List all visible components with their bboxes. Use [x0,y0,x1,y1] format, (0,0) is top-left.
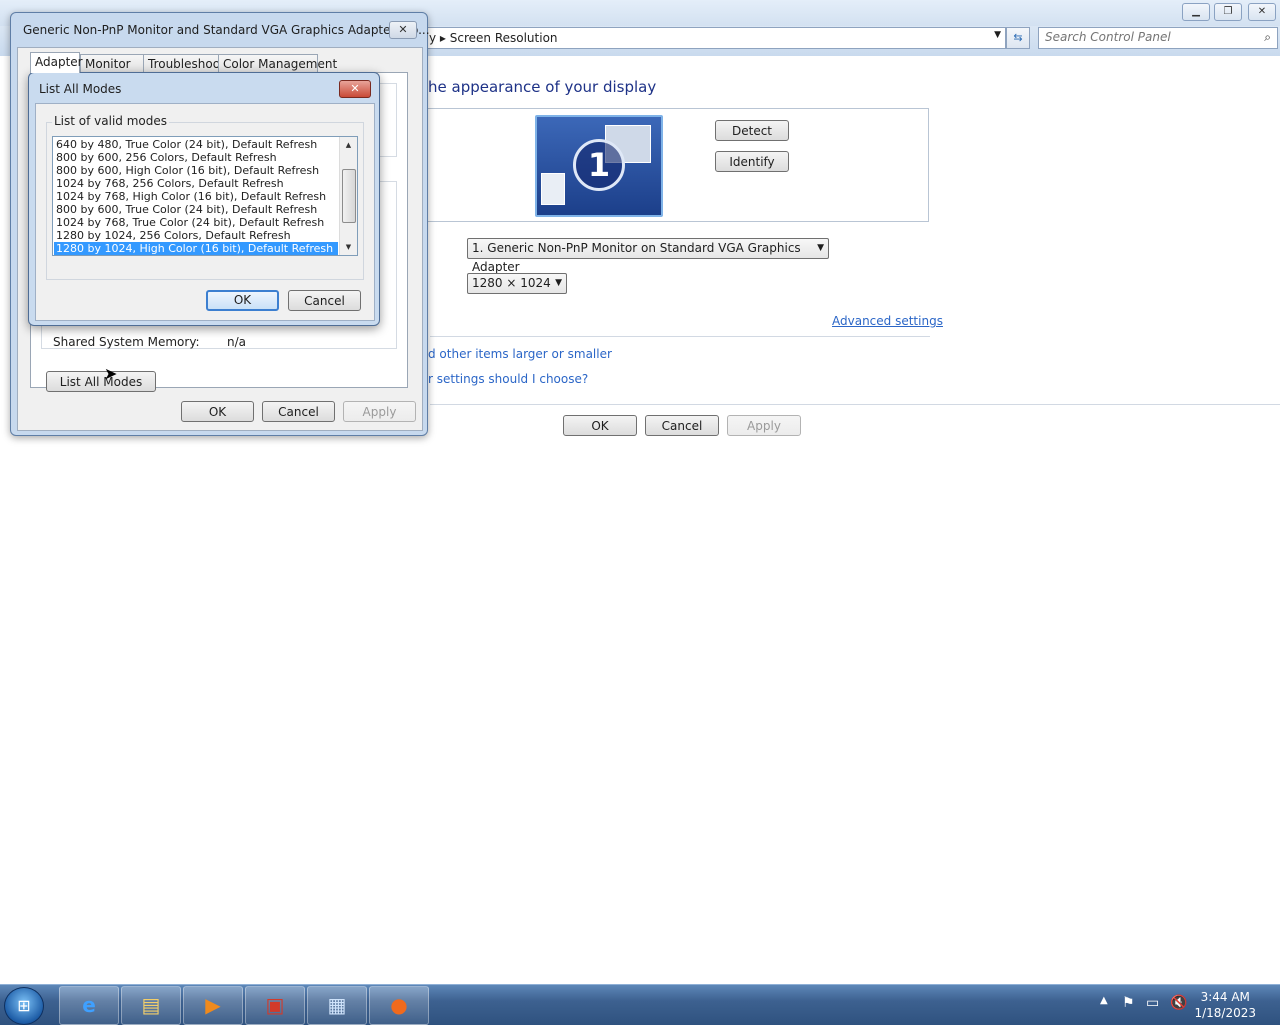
list-item[interactable]: 1024 by 768, 256 Colors, Default Refresh [54,177,338,190]
list-item[interactable]: 800 by 600, True Color (24 bit), Default… [54,203,338,216]
list-item[interactable]: 1024 by 768, True Color (24 bit), Defaul… [54,216,338,229]
advanced-settings-link[interactable]: Advanced settings [832,314,943,328]
restore-icon[interactable]: ❐ [1214,3,1242,21]
volume-muted-icon[interactable]: 🔇 [1170,995,1187,1011]
close-icon[interactable]: ✕ [1248,3,1276,21]
control-panel-icon[interactable]: ▦ [307,986,367,1025]
explorer-folder-icon[interactable]: ▤ [121,986,181,1025]
divider [430,336,930,337]
modes-listbox[interactable]: 640 by 480, True Color (24 bit), Default… [52,136,358,256]
address-bar[interactable]: y ▸ Screen Resolution ▼ [420,27,1006,49]
detect-button[interactable]: Detect [715,120,789,141]
list-item[interactable]: 640 by 480, True Color (24 bit), Default… [54,138,338,151]
tab-color-management[interactable]: Color Management [218,54,337,72]
mouse-cursor-icon: ➤ [104,364,118,383]
monitor-number: 1 [573,139,625,191]
firefox-icon[interactable]: ● [369,986,429,1025]
cancel-button[interactable]: Cancel [288,290,361,311]
dialog-client-area: List of valid modes 640 by 480, True Col… [35,103,375,321]
search-icon[interactable]: ⌕ [1264,30,1271,45]
clock-date: 1/18/2023 [1194,1006,1256,1020]
chevron-down-icon[interactable]: ▼ [994,30,1001,40]
minimize-icon[interactable]: ▁ [1182,3,1210,21]
list-item[interactable]: 1280 by 1024, 256 Colors, Default Refres… [54,229,338,242]
dialog-title: List All Modes [39,82,122,96]
tab-adapter[interactable]: Adapter [30,52,83,73]
display-select-value: 1. Generic Non-PnP Monitor on Standard V… [472,241,801,274]
network-icon[interactable]: ▭ [1146,995,1159,1011]
dialog-title: Generic Non-PnP Monitor and Standard VGA… [23,23,430,37]
which-settings-link[interactable]: r settings should I choose? [428,372,588,386]
apply-button[interactable]: Apply [343,401,416,422]
flag-icon[interactable]: ⚑ [1122,995,1135,1011]
breadcrumb[interactable]: y ▸ Screen Resolution [429,31,558,45]
display-select[interactable]: 1. Generic Non-PnP Monitor on Standard V… [467,238,829,274]
monitor-preview-icon[interactable]: 1 [535,115,663,217]
divider [430,404,1280,405]
list-all-modes-button[interactable]: List All Modes [46,371,156,392]
chevron-up-icon[interactable]: ▲ [1100,995,1108,1006]
refresh-icon[interactable]: ⇆ [1006,27,1030,49]
resolution-select-value: 1280 × 1024 [472,276,551,290]
media-player-icon[interactable]: ▶ [183,986,243,1025]
ok-button[interactable]: OK [181,401,254,422]
search-box[interactable]: ⌕ [1038,27,1278,49]
clock-time: 3:44 AM [1200,990,1250,1004]
apply-button[interactable]: Apply [727,415,801,436]
valid-modes-label: List of valid modes [52,114,170,128]
clock[interactable]: 3:44 AM 1/18/2023 [1194,989,1256,1021]
scroll-down-icon[interactable]: ▼ [340,239,357,255]
tab-troubleshoot[interactable]: Troubleshoot [143,54,225,72]
search-input[interactable] [1039,28,1245,46]
text-size-link[interactable]: d other items larger or smaller [428,347,612,361]
chevron-down-icon: ▼ [555,278,562,288]
monitor-preview-area [428,108,929,222]
identify-button[interactable]: Identify [715,151,789,172]
window-thumbnail-icon [541,173,565,205]
cancel-button[interactable]: Cancel [645,415,719,436]
page-title: he appearance of your display [428,78,657,96]
close-icon[interactable]: ✕ [339,80,371,98]
tab-monitor[interactable]: Monitor [80,54,144,72]
system-tray: ▲ ⚑ ▭ 🔇 3:44 AM 1/18/2023 [1090,985,1280,1025]
shared-memory-value: n/a [227,335,247,349]
chevron-down-icon: ▼ [817,243,824,253]
list-item-selected[interactable]: 1280 by 1024, High Color (16 bit), Defau… [54,242,338,255]
internet-explorer-icon[interactable]: e [59,986,119,1025]
list-item[interactable]: 800 by 600, 256 Colors, Default Refresh [54,151,338,164]
taskbar: ⊞ e ▤ ▶ ▣ ▦ ● ▲ ⚑ ▭ 🔇 3:44 AM 1/18/2023 [0,984,1280,1025]
windows-start-icon[interactable]: ⊞ [4,987,44,1025]
close-icon[interactable]: ✕ [389,21,417,39]
scroll-thumb[interactable] [342,169,356,223]
shared-memory-label: Shared System Memory: [53,335,200,349]
ok-button[interactable]: OK [563,415,637,436]
list-all-modes-dialog: List All Modes ✕ List of valid modes 640… [28,72,380,326]
resolution-select[interactable]: 1280 × 1024 ▼ [467,273,567,294]
list-item[interactable]: 800 by 600, High Color (16 bit), Default… [54,164,338,177]
list-item[interactable]: 1024 by 768, High Color (16 bit), Defaul… [54,190,338,203]
cancel-button[interactable]: Cancel [262,401,335,422]
toolbox-icon[interactable]: ▣ [245,986,305,1025]
scroll-up-icon[interactable]: ▲ [340,137,357,153]
vertical-scrollbar[interactable]: ▲ ▼ [339,137,357,255]
ok-button[interactable]: OK [206,290,279,311]
